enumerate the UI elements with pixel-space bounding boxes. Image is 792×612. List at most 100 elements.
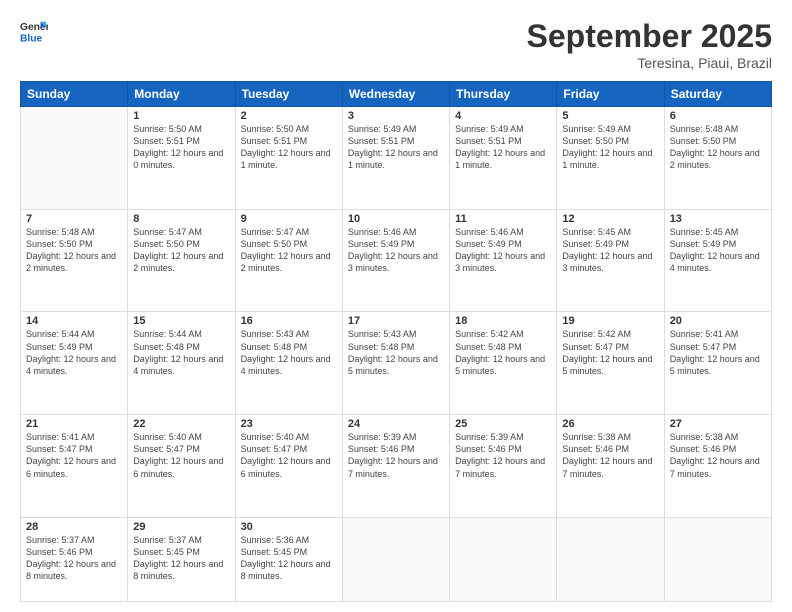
col-wednesday: Wednesday xyxy=(342,82,449,107)
cell-info: Sunrise: 5:41 AM Sunset: 5:47 PM Dayligh… xyxy=(670,328,766,377)
table-row: 23Sunrise: 5:40 AM Sunset: 5:47 PM Dayli… xyxy=(235,415,342,518)
cell-day-number: 24 xyxy=(348,418,444,430)
cell-info: Sunrise: 5:42 AM Sunset: 5:48 PM Dayligh… xyxy=(455,328,551,377)
col-saturday: Saturday xyxy=(664,82,771,107)
cell-day-number: 9 xyxy=(241,213,337,225)
cell-info: Sunrise: 5:39 AM Sunset: 5:46 PM Dayligh… xyxy=(348,431,444,480)
cell-info: Sunrise: 5:37 AM Sunset: 5:46 PM Dayligh… xyxy=(26,534,122,583)
cell-day-number: 26 xyxy=(562,418,658,430)
cell-day-number: 11 xyxy=(455,213,551,225)
cell-day-number: 19 xyxy=(562,315,658,327)
table-row: 21Sunrise: 5:41 AM Sunset: 5:47 PM Dayli… xyxy=(21,415,128,518)
cell-day-number: 18 xyxy=(455,315,551,327)
cell-day-number: 14 xyxy=(26,315,122,327)
page: General Blue September 2025 Teresina, Pi… xyxy=(0,0,792,612)
calendar-title: September 2025 xyxy=(527,18,772,55)
week-row-4: 21Sunrise: 5:41 AM Sunset: 5:47 PM Dayli… xyxy=(21,415,772,518)
cell-day-number: 6 xyxy=(670,110,766,122)
cell-info: Sunrise: 5:40 AM Sunset: 5:47 PM Dayligh… xyxy=(133,431,229,480)
table-row: 13Sunrise: 5:45 AM Sunset: 5:49 PM Dayli… xyxy=(664,209,771,312)
cell-day-number: 23 xyxy=(241,418,337,430)
cell-info: Sunrise: 5:46 AM Sunset: 5:49 PM Dayligh… xyxy=(455,226,551,275)
table-row: 12Sunrise: 5:45 AM Sunset: 5:49 PM Dayli… xyxy=(557,209,664,312)
cell-day-number: 2 xyxy=(241,110,337,122)
cell-info: Sunrise: 5:37 AM Sunset: 5:45 PM Dayligh… xyxy=(133,534,229,583)
table-row: 4Sunrise: 5:49 AM Sunset: 5:51 PM Daylig… xyxy=(450,107,557,210)
table-row: 26Sunrise: 5:38 AM Sunset: 5:46 PM Dayli… xyxy=(557,415,664,518)
table-row: 9Sunrise: 5:47 AM Sunset: 5:50 PM Daylig… xyxy=(235,209,342,312)
table-row: 11Sunrise: 5:46 AM Sunset: 5:49 PM Dayli… xyxy=(450,209,557,312)
cell-day-number: 13 xyxy=(670,213,766,225)
col-monday: Monday xyxy=(128,82,235,107)
svg-text:Blue: Blue xyxy=(20,33,43,44)
cell-info: Sunrise: 5:36 AM Sunset: 5:45 PM Dayligh… xyxy=(241,534,337,583)
cell-day-number: 21 xyxy=(26,418,122,430)
cell-day-number: 1 xyxy=(133,110,229,122)
table-row: 10Sunrise: 5:46 AM Sunset: 5:49 PM Dayli… xyxy=(342,209,449,312)
cell-day-number: 27 xyxy=(670,418,766,430)
cell-info: Sunrise: 5:38 AM Sunset: 5:46 PM Dayligh… xyxy=(562,431,658,480)
table-row: 15Sunrise: 5:44 AM Sunset: 5:48 PM Dayli… xyxy=(128,312,235,415)
cell-day-number: 20 xyxy=(670,315,766,327)
cell-day-number: 12 xyxy=(562,213,658,225)
table-row: 3Sunrise: 5:49 AM Sunset: 5:51 PM Daylig… xyxy=(342,107,449,210)
cell-day-number: 3 xyxy=(348,110,444,122)
cell-info: Sunrise: 5:40 AM Sunset: 5:47 PM Dayligh… xyxy=(241,431,337,480)
header-row: Sunday Monday Tuesday Wednesday Thursday… xyxy=(21,82,772,107)
table-row: 1Sunrise: 5:50 AM Sunset: 5:51 PM Daylig… xyxy=(128,107,235,210)
cell-info: Sunrise: 5:38 AM Sunset: 5:46 PM Dayligh… xyxy=(670,431,766,480)
cell-info: Sunrise: 5:50 AM Sunset: 5:51 PM Dayligh… xyxy=(133,123,229,172)
cell-day-number: 8 xyxy=(133,213,229,225)
week-row-1: 1Sunrise: 5:50 AM Sunset: 5:51 PM Daylig… xyxy=(21,107,772,210)
cell-day-number: 17 xyxy=(348,315,444,327)
table-row: 20Sunrise: 5:41 AM Sunset: 5:47 PM Dayli… xyxy=(664,312,771,415)
table-row xyxy=(664,517,771,601)
cell-info: Sunrise: 5:48 AM Sunset: 5:50 PM Dayligh… xyxy=(670,123,766,172)
cell-info: Sunrise: 5:49 AM Sunset: 5:50 PM Dayligh… xyxy=(562,123,658,172)
title-block: September 2025 Teresina, Piaui, Brazil xyxy=(527,18,772,71)
table-row: 30Sunrise: 5:36 AM Sunset: 5:45 PM Dayli… xyxy=(235,517,342,601)
table-row xyxy=(450,517,557,601)
cell-day-number: 5 xyxy=(562,110,658,122)
calendar-subtitle: Teresina, Piaui, Brazil xyxy=(527,55,772,71)
logo: General Blue xyxy=(20,18,48,46)
table-row: 8Sunrise: 5:47 AM Sunset: 5:50 PM Daylig… xyxy=(128,209,235,312)
table-row: 5Sunrise: 5:49 AM Sunset: 5:50 PM Daylig… xyxy=(557,107,664,210)
table-row: 19Sunrise: 5:42 AM Sunset: 5:47 PM Dayli… xyxy=(557,312,664,415)
header: General Blue September 2025 Teresina, Pi… xyxy=(20,18,772,71)
week-row-2: 7Sunrise: 5:48 AM Sunset: 5:50 PM Daylig… xyxy=(21,209,772,312)
cell-day-number: 16 xyxy=(241,315,337,327)
cell-info: Sunrise: 5:41 AM Sunset: 5:47 PM Dayligh… xyxy=(26,431,122,480)
week-row-5: 28Sunrise: 5:37 AM Sunset: 5:46 PM Dayli… xyxy=(21,517,772,601)
cell-info: Sunrise: 5:47 AM Sunset: 5:50 PM Dayligh… xyxy=(133,226,229,275)
cell-day-number: 30 xyxy=(241,521,337,533)
table-row: 18Sunrise: 5:42 AM Sunset: 5:48 PM Dayli… xyxy=(450,312,557,415)
cell-info: Sunrise: 5:39 AM Sunset: 5:46 PM Dayligh… xyxy=(455,431,551,480)
table-row: 2Sunrise: 5:50 AM Sunset: 5:51 PM Daylig… xyxy=(235,107,342,210)
table-row xyxy=(557,517,664,601)
cell-info: Sunrise: 5:43 AM Sunset: 5:48 PM Dayligh… xyxy=(348,328,444,377)
cell-info: Sunrise: 5:45 AM Sunset: 5:49 PM Dayligh… xyxy=(670,226,766,275)
cell-info: Sunrise: 5:46 AM Sunset: 5:49 PM Dayligh… xyxy=(348,226,444,275)
cell-info: Sunrise: 5:44 AM Sunset: 5:48 PM Dayligh… xyxy=(133,328,229,377)
cell-info: Sunrise: 5:47 AM Sunset: 5:50 PM Dayligh… xyxy=(241,226,337,275)
table-row: 14Sunrise: 5:44 AM Sunset: 5:49 PM Dayli… xyxy=(21,312,128,415)
col-thursday: Thursday xyxy=(450,82,557,107)
cell-info: Sunrise: 5:49 AM Sunset: 5:51 PM Dayligh… xyxy=(455,123,551,172)
cell-info: Sunrise: 5:48 AM Sunset: 5:50 PM Dayligh… xyxy=(26,226,122,275)
week-row-3: 14Sunrise: 5:44 AM Sunset: 5:49 PM Dayli… xyxy=(21,312,772,415)
table-row: 6Sunrise: 5:48 AM Sunset: 5:50 PM Daylig… xyxy=(664,107,771,210)
table-row xyxy=(342,517,449,601)
cell-info: Sunrise: 5:43 AM Sunset: 5:48 PM Dayligh… xyxy=(241,328,337,377)
table-row: 22Sunrise: 5:40 AM Sunset: 5:47 PM Dayli… xyxy=(128,415,235,518)
cell-info: Sunrise: 5:42 AM Sunset: 5:47 PM Dayligh… xyxy=(562,328,658,377)
cell-info: Sunrise: 5:45 AM Sunset: 5:49 PM Dayligh… xyxy=(562,226,658,275)
table-row: 28Sunrise: 5:37 AM Sunset: 5:46 PM Dayli… xyxy=(21,517,128,601)
table-row: 24Sunrise: 5:39 AM Sunset: 5:46 PM Dayli… xyxy=(342,415,449,518)
logo-icon: General Blue xyxy=(20,18,48,46)
table-row: 7Sunrise: 5:48 AM Sunset: 5:50 PM Daylig… xyxy=(21,209,128,312)
cell-day-number: 15 xyxy=(133,315,229,327)
cell-info: Sunrise: 5:44 AM Sunset: 5:49 PM Dayligh… xyxy=(26,328,122,377)
table-row: 16Sunrise: 5:43 AM Sunset: 5:48 PM Dayli… xyxy=(235,312,342,415)
cell-day-number: 25 xyxy=(455,418,551,430)
